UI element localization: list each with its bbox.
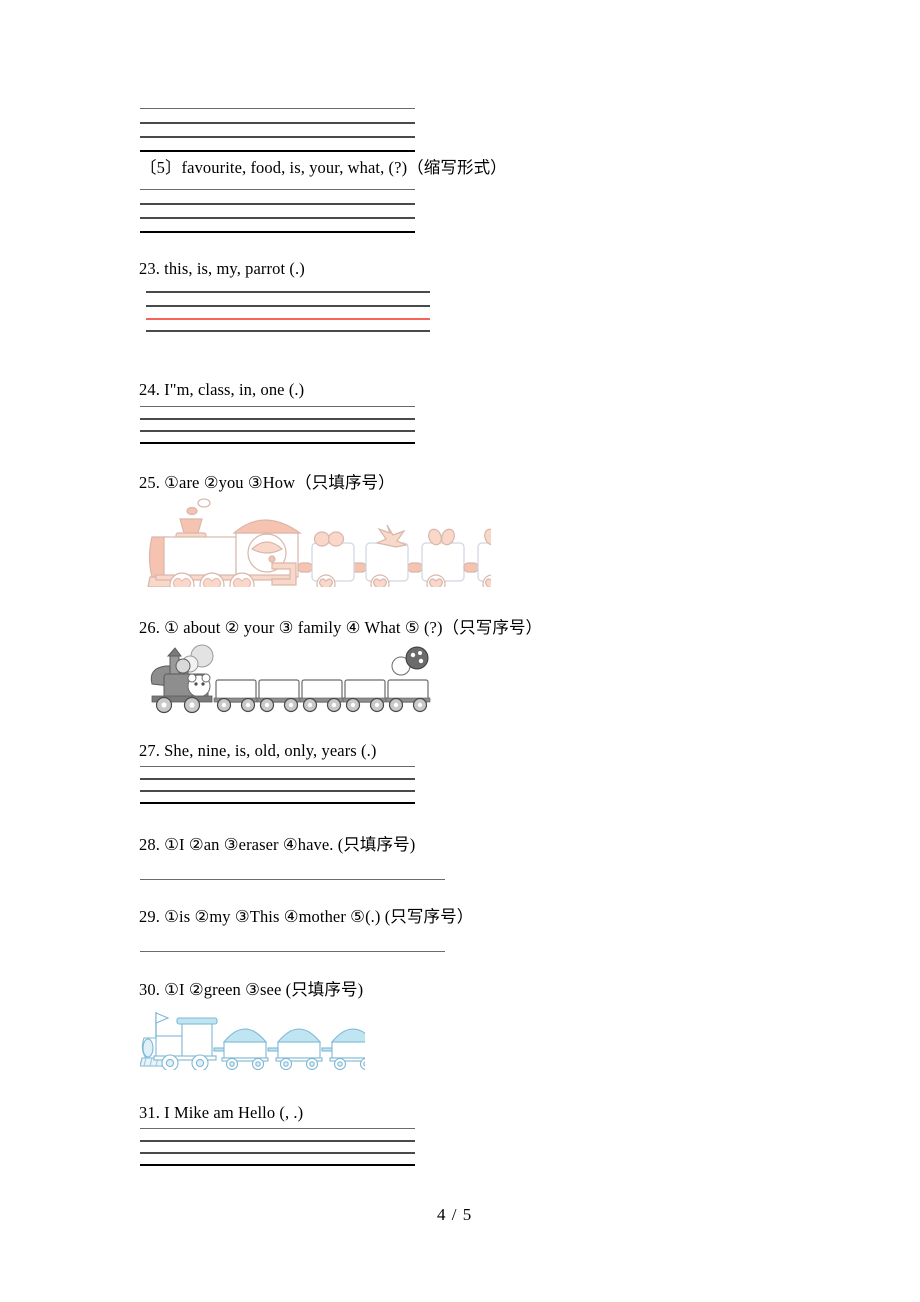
guide-line: [140, 1152, 415, 1154]
guide-line: [140, 1164, 415, 1167]
question-q26-text: 26. ① about ② your ③ family ④ What ⑤ (?)…: [139, 618, 543, 637]
guide-line: [140, 790, 415, 792]
guide-line: [146, 330, 430, 332]
guide-line: [140, 217, 415, 219]
guide-line: [140, 136, 415, 138]
question-q23-text: 23. this, is, my, parrot (.): [139, 259, 305, 278]
answer-line-q28[interactable]: [140, 879, 445, 880]
guide-line: [140, 766, 415, 767]
guide-line: [140, 802, 415, 805]
guide-line: [140, 442, 415, 445]
answer-lines-q24[interactable]: [140, 406, 415, 445]
guide-line: [140, 150, 415, 153]
question-q28-text: 28. ①I ②an ③eraser ④have. (只填序号): [139, 835, 416, 854]
answer-lines-q27[interactable]: [140, 766, 415, 805]
guide-line: [146, 305, 430, 307]
guide-line: [140, 108, 415, 109]
question-q24-text: 24. I"m, class, in, one (.): [139, 380, 305, 399]
question-q29-text: 29. ①is ②my ③This ④mother ⑤(.) (只写序号）: [139, 907, 474, 926]
guide-line: [140, 778, 415, 780]
guide-line-red: [146, 318, 430, 320]
guide-line: [140, 122, 415, 124]
answer-line-q29[interactable]: [140, 951, 445, 952]
answer-lines-q22-item5[interactable]: [140, 189, 415, 235]
question-q30-text: 30. ①I ②green ③see (只填序号): [139, 980, 364, 999]
guide-line: [140, 1128, 415, 1129]
page-number: 4 / 5: [437, 1205, 473, 1224]
question-q25-text: 25. ①are ②you ③How（只填序号）: [139, 473, 395, 492]
guide-line: [140, 1140, 415, 1142]
guide-line: [146, 291, 430, 293]
guide-line: [140, 231, 415, 234]
question-q31-text: 31. I Mike am Hello (, .): [139, 1103, 304, 1122]
blue-dome-train-illustration: [140, 1008, 365, 1070]
answer-lines-q22-item5-top[interactable]: [140, 108, 415, 154]
worksheet-page: 〔5〕favourite, food, is, your, what, (?)（…: [0, 0, 920, 1302]
guide-line: [140, 406, 415, 407]
guide-line: [140, 430, 415, 432]
guide-line: [140, 189, 415, 190]
question-q22-item5-text: 〔5〕favourite, food, is, your, what, (?)（…: [140, 158, 507, 177]
answer-lines-q23[interactable]: [146, 291, 430, 332]
grey-train-illustration: [146, 644, 436, 714]
guide-line: [140, 203, 415, 205]
pink-train-last-car: ?: [146, 497, 491, 587]
guide-line: [140, 418, 415, 420]
question-q27-text: 27. She, nine, is, old, only, years (.): [139, 741, 377, 760]
answer-lines-q31[interactable]: [140, 1128, 415, 1167]
